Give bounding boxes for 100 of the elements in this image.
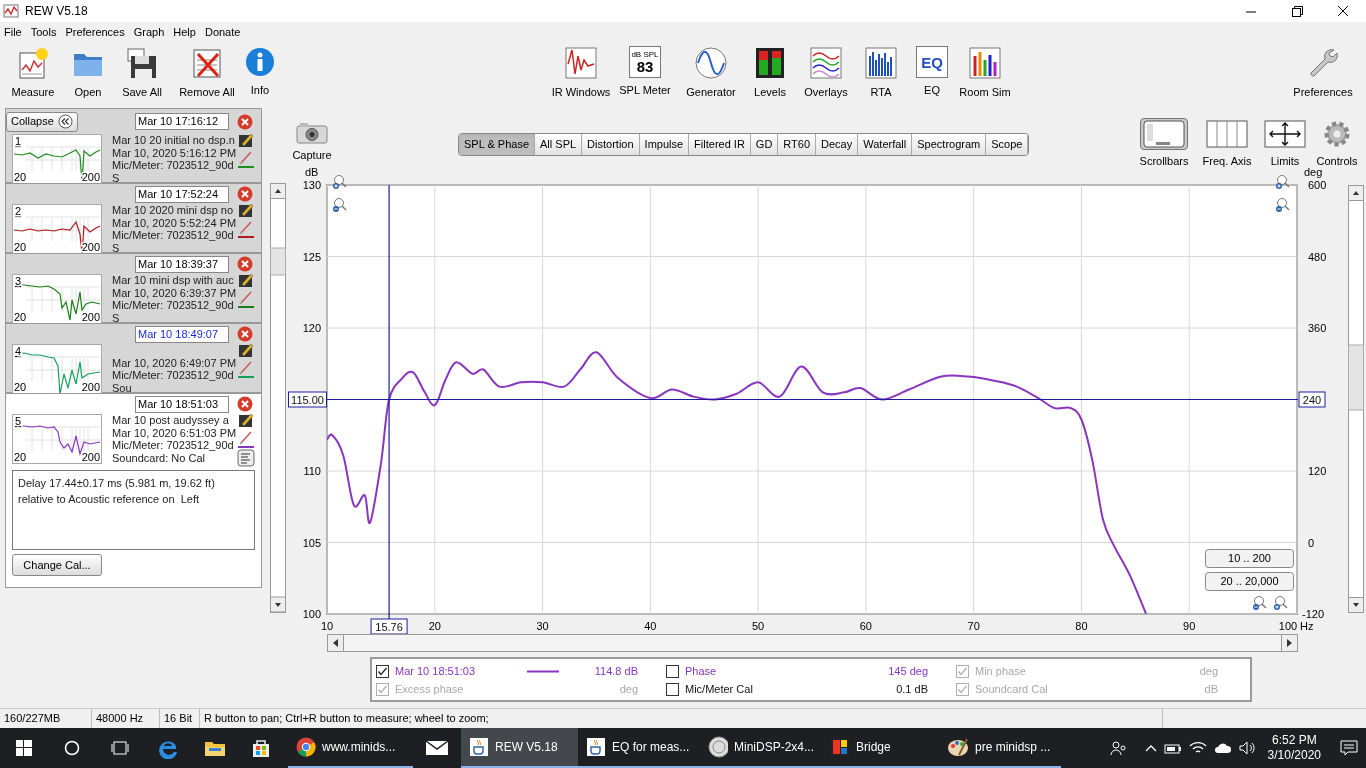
clock[interactable]: 6:52 PM 3/10/2020 [1267,733,1321,763]
horizontal-scrollbar[interactable] [327,634,1298,652]
zoom-out-icon[interactable] [333,198,347,212]
zoom-out-icon[interactable] [1253,596,1267,610]
toolbar-button[interactable]: Preferences [1290,42,1356,98]
envelope-icon[interactable] [425,740,449,756]
graph-tab[interactable]: Distortion [582,134,640,155]
measurement-name: Mar 10 mini dsp with auc [112,274,235,287]
zoom-in-icon[interactable] [1276,175,1290,189]
axis-label: 200 [81,311,100,323]
graph-tab[interactable]: Impulse [639,134,690,155]
menu-item[interactable]: Donate [204,23,241,41]
notification-icon[interactable] [1340,740,1358,756]
chevron-up-icon[interactable] [1144,744,1157,752]
checkbox[interactable] [666,683,679,696]
zoom-in-icon[interactable] [1274,596,1288,610]
windows-start-icon[interactable] [16,740,32,756]
menu-item[interactable]: File [4,23,22,41]
pen-icon[interactable] [237,360,255,378]
graph-tab[interactable]: Spectrogram [912,134,987,155]
folder-icon[interactable] [204,739,226,757]
menu-item[interactable]: Preferences [65,23,125,41]
graph-tab[interactable]: RT60 [778,134,817,155]
mic-meter-text: Mic/Meter: 7023512_90d [112,229,235,242]
legend-label: Soundcard Cal [975,682,1048,698]
vertical-scrollbar[interactable] [270,183,286,613]
search-icon[interactable] [64,740,80,756]
graph-tab[interactable]: All SPL [535,134,583,155]
toolbar-button[interactable]: Overlays [796,42,856,98]
taskbar-button[interactable]: REW V5.18 [461,728,578,768]
range-button[interactable]: 10 .. 200 [1205,549,1294,568]
checkbox[interactable] [376,664,389,678]
pen-icon[interactable] [237,290,255,308]
timestamp-field[interactable]: Mar 10 18:49:07 [135,325,229,343]
timestamp-field[interactable]: Mar 10 17:52:24 [135,185,229,203]
toolbar-button[interactable]: RTA [856,42,906,98]
measurement-card[interactable] [5,393,262,588]
measurement-date: Mar 10, 2020 5:16:12 PM [112,146,236,159]
toolbar-button[interactable]: IR Windows [550,42,612,98]
toolbar-button[interactable]: Save All [115,42,169,98]
toolbar-button[interactable]: dB SPL 83 SPL Meter [612,42,678,98]
info-icon [245,46,275,77]
zoom-in-icon[interactable] [333,175,347,189]
people-icon[interactable] [1109,740,1128,756]
speaker-icon[interactable] [1238,741,1257,755]
notes-icon [237,449,255,467]
change-cal-button[interactable]: Change Cal... [12,554,102,576]
toolbar-button[interactable]: Generator [678,42,744,98]
graph-tab[interactable]: GD [750,134,779,155]
legend-value: deg [619,682,638,698]
pen-icon[interactable] [237,150,255,168]
menu-item[interactable]: Tools [30,23,57,41]
capture-button[interactable]: Capture [290,122,334,164]
cursor-line[interactable] [325,398,1299,401]
battery-icon[interactable] [1163,742,1182,754]
axis-label: -120 [1302,608,1325,620]
clock-time: 6:52 PM [1271,733,1317,748]
graph-tab[interactable]: Scope [986,134,1029,155]
meter-reading: 83 [636,59,654,74]
timestamp-field[interactable]: Mar 10 18:39:37 [135,255,229,273]
clock-date: 3/10/2020 [1267,748,1321,763]
checkbox[interactable] [666,664,679,678]
pen-icon[interactable] [237,430,255,448]
taskbar-button[interactable]: EQ for meas... [578,728,700,768]
close-icon[interactable] [1337,5,1349,17]
timestamp-field[interactable]: Mar 10 17:16:12 [135,113,229,130]
timestamp-field[interactable]: Mar 10 18:51:03 [135,395,229,413]
range-button[interactable]: 20 .. 20,000 [1205,572,1294,591]
toolbar-button[interactable]: Measure [5,42,61,98]
measurement-card[interactable]: Mar 10 18:39:37 3 20 200 Mar 10 mini dsp with auc Mar 10, 2020 6:39:37 PM Mic/Meter: 7023512_90d S [5,253,262,323]
taskbar-button[interactable]: MiniDSP-2x4... [700,728,822,768]
cloud-icon[interactable] [1213,741,1232,755]
menu-item[interactable]: Help [173,23,196,41]
toolbar-button[interactable]: Room Sim [958,42,1012,98]
collapse-button[interactable]: Collapse [6,111,78,132]
toolbar-button[interactable]: Open [61,42,115,98]
vertical-scrollbar[interactable] [1348,185,1364,613]
taskbar-button[interactable]: pre minidsp ... [939,728,1061,768]
toolbar-button[interactable]: EQ EQ [906,42,958,98]
graph-tab[interactable]: SPL & Phase [459,134,536,155]
graph-tab[interactable]: Filtered IR [689,134,751,155]
zoom-out-icon[interactable] [1276,198,1290,212]
legend-label: Phase [685,663,717,679]
toolbar-button[interactable]: Info [245,42,275,98]
graph-tab[interactable]: Waterfall [858,134,913,155]
axis-label: 100 [1278,620,1298,632]
soundcard-text: S [112,311,120,324]
shopping-bag-icon[interactable] [251,738,271,758]
toolbar-button[interactable]: Remove All [169,42,245,98]
menu-item[interactable]: Graph [133,23,165,41]
mic-meter-text: Mic/Meter: 7023512_90d [112,439,235,452]
graph-tab[interactable]: Decay [816,134,859,155]
taskbar-button[interactable]: www.minids... [288,728,413,768]
restore-icon[interactable] [1291,5,1303,17]
wifi-icon[interactable] [1188,741,1207,755]
pen-icon[interactable] [237,220,255,238]
task-view-icon[interactable] [111,740,129,756]
toolbar-button[interactable]: Levels [744,42,796,98]
taskbar-button[interactable]: Bridge [822,728,939,768]
graph-tool-button[interactable]: Freq. Axis [1194,118,1260,170]
